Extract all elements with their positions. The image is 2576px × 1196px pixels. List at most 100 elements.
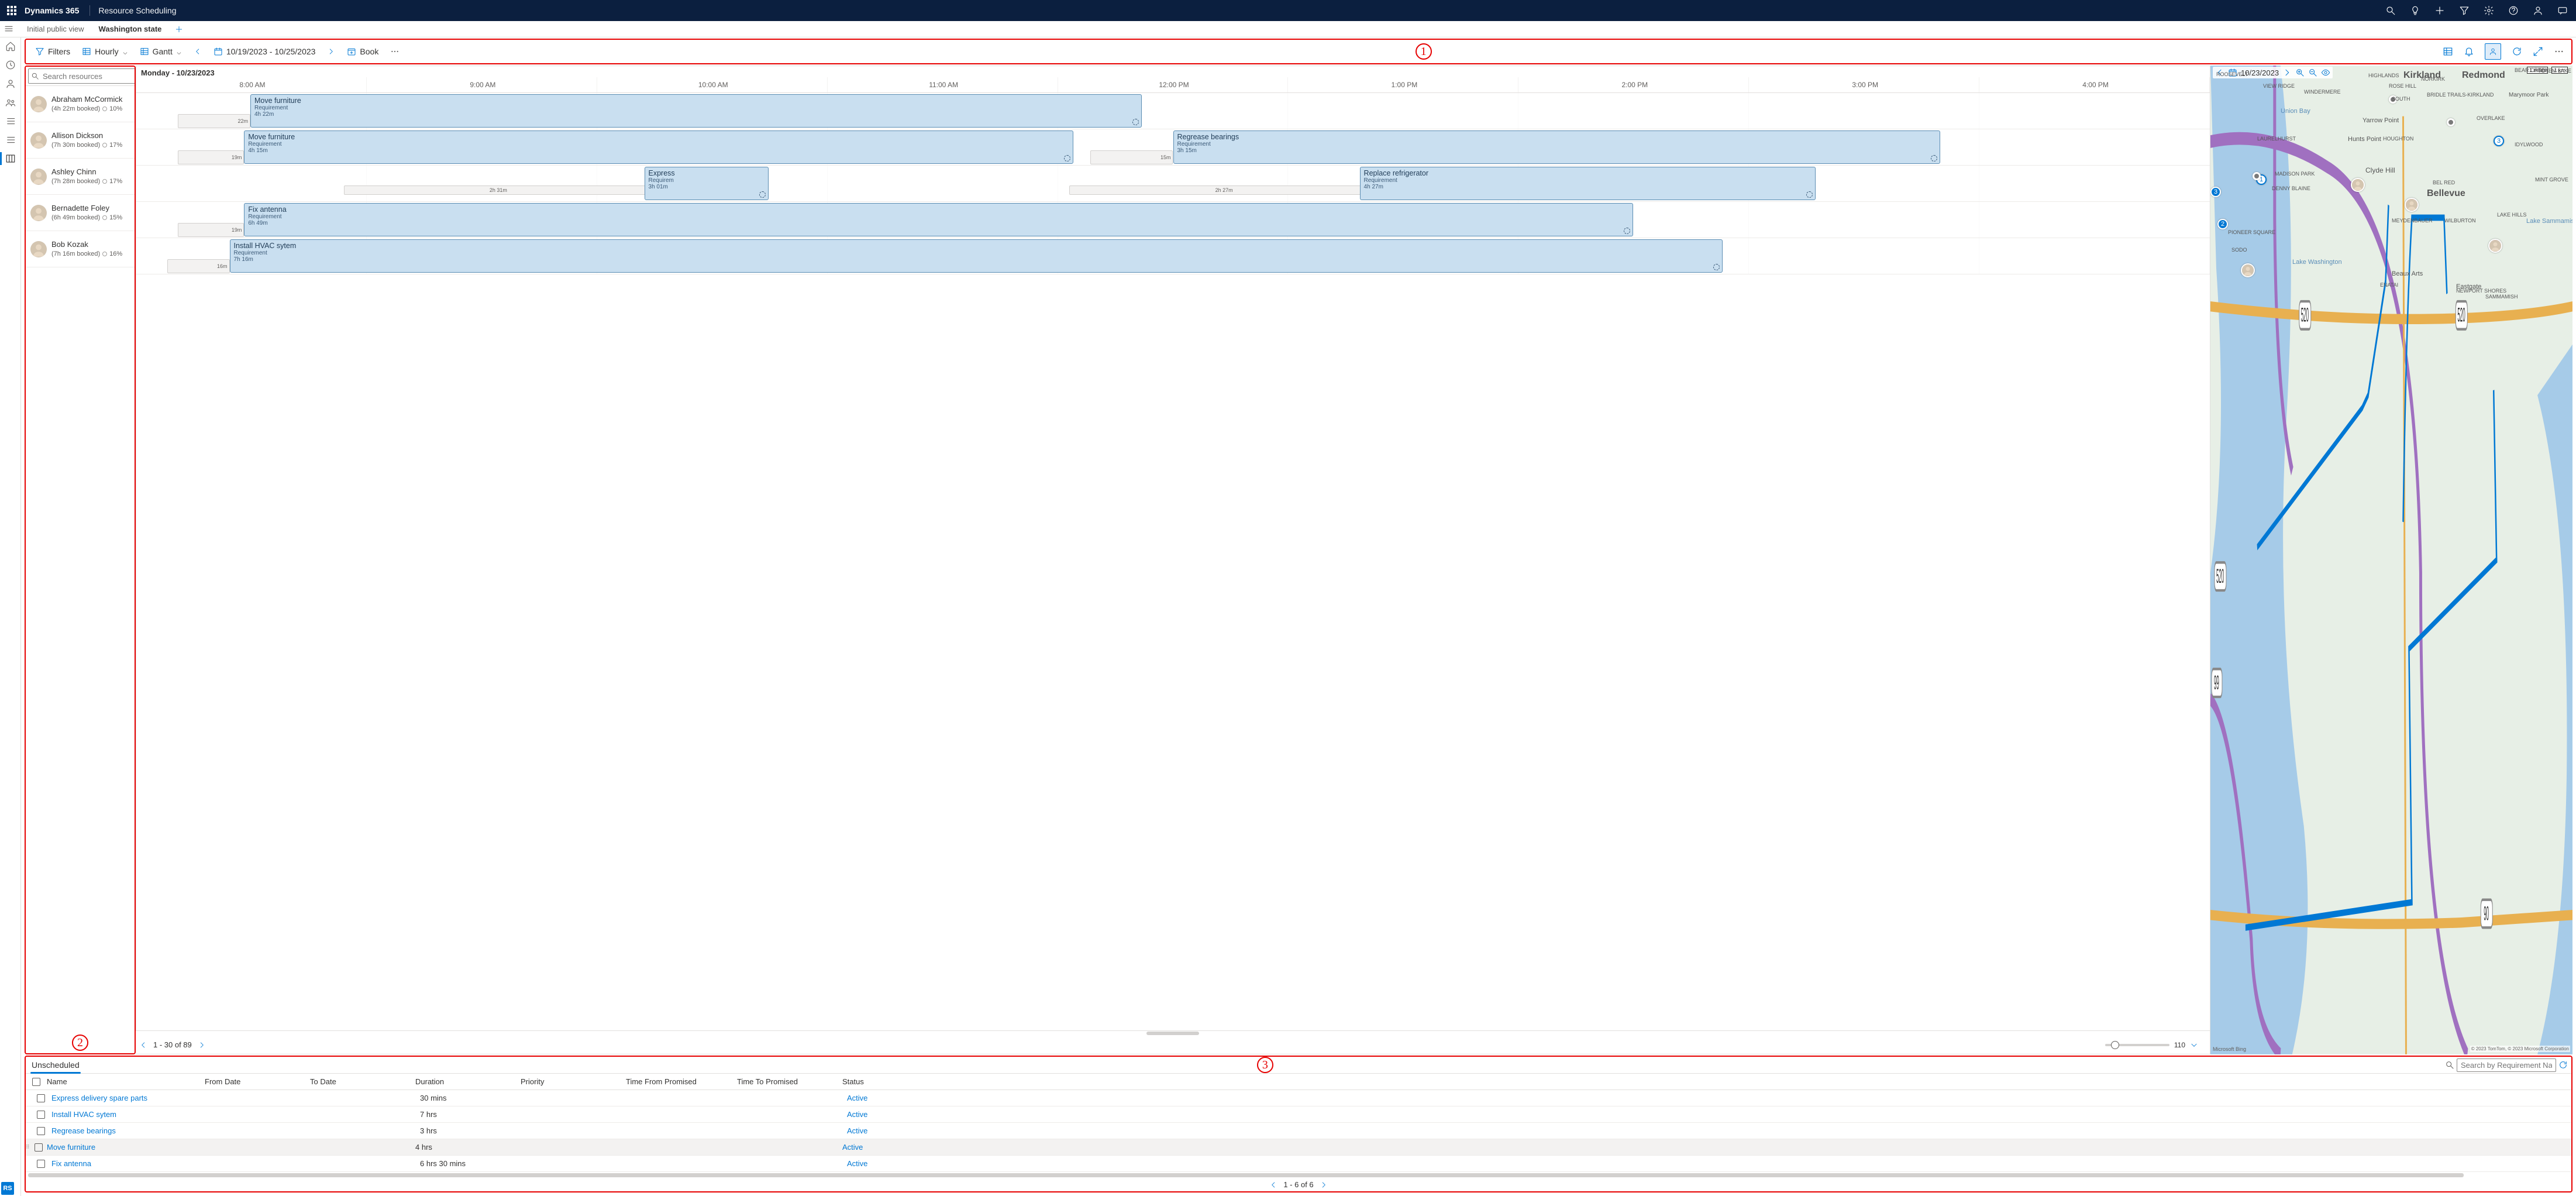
gantt-row[interactable]: 19mFix antennaRequirement6h 49m [136,202,2210,238]
cell-status[interactable]: Active [847,1126,929,1135]
map-region[interactable]: 520 520 90 520 99 1 2 3 3 [2210,66,2572,1054]
zoom-slider[interactable] [2105,1044,2169,1046]
map-waypoint[interactable] [2253,172,2261,180]
filters-button[interactable]: Filters [30,44,75,59]
grid-page-prev[interactable] [1269,1181,1277,1189]
plus-icon[interactable] [2434,5,2445,16]
col-tfp[interactable]: Time From Promised [626,1077,737,1086]
grid-row[interactable]: Regrease bearings3 hrsActive [26,1123,2571,1139]
gantt-row[interactable]: 2h 31m2h 27mExpressRequirem3h 01mReplace… [136,166,2210,202]
hourly-dropdown[interactable]: Hourly [77,44,132,59]
help-icon[interactable] [2508,5,2519,16]
map-route-stop[interactable]: 2 [2217,219,2228,229]
col-pri[interactable]: Priority [521,1077,626,1086]
toolbar-overflow-icon[interactable] [2554,46,2564,57]
toolbar-more-button[interactable] [385,44,404,59]
date-next-button[interactable] [322,45,340,58]
messages-icon[interactable] [2557,5,2568,16]
gantt-body[interactable]: 22mMove furnitureRequirement4h 22m19mMov… [136,93,2210,1031]
map-waypoint[interactable] [2447,118,2455,126]
zoom-dropdown-icon[interactable] [2190,1041,2198,1049]
notifications-icon[interactable] [2464,46,2474,57]
expand-icon[interactable] [2533,46,2543,57]
rail-scheduleboard-icon[interactable] [5,153,16,164]
cell-name[interactable]: Regrease bearings [51,1126,209,1135]
rail-people-icon[interactable] [5,97,16,108]
map-date-next[interactable] [2282,68,2292,77]
date-range-picker[interactable]: 10/19/2023 - 10/25/2023 [209,47,321,56]
add-tab-button[interactable] [173,23,185,36]
col-from[interactable]: From Date [205,1077,310,1086]
map-resource-avatar[interactable] [2405,198,2419,212]
map-date-prev[interactable] [2215,68,2224,77]
grid-row[interactable]: Install HVAC sytem7 hrsActive [26,1106,2571,1123]
rail-person-icon[interactable] [5,78,16,89]
gantt-horizontal-scrollbar[interactable] [136,1031,2210,1036]
col-to[interactable]: To Date [310,1077,415,1086]
initials-badge[interactable]: RS [1,1182,14,1195]
col-ttp[interactable]: Time To Promised [737,1077,842,1086]
row-checkbox[interactable] [37,1111,45,1119]
unscheduled-tab[interactable]: Unscheduled [26,1057,85,1073]
resource-page-prev[interactable] [139,1041,147,1049]
assistant-icon[interactable] [2485,43,2501,60]
cell-name[interactable]: Express delivery spare parts [51,1094,209,1102]
cell-status[interactable]: Active [842,1143,924,1152]
col-stat[interactable]: Status [842,1077,924,1086]
booking-block[interactable]: ExpressRequirem3h 01m [645,167,769,200]
resource-row[interactable]: Bob Kozak(7h 16m booked)16% [26,231,135,267]
row-checkbox[interactable] [35,1143,43,1152]
gantt-row[interactable]: 16mInstall HVAC sytemRequirement7h 16m [136,238,2210,274]
gear-icon[interactable] [2484,5,2494,16]
grid-row[interactable]: Fix antenna6 hrs 30 minsActive [26,1156,2571,1172]
booking-block[interactable]: Regrease bearingsRequirement3h 15m [1173,130,1941,164]
map-zoom-in-icon[interactable] [2295,68,2305,77]
resource-row[interactable]: Ashley Chinn(7h 28m booked)17% [26,159,135,195]
legend-icon[interactable] [2443,46,2453,57]
row-checkbox[interactable] [37,1127,45,1135]
booking-block[interactable]: Move furnitureRequirement4h 22m [250,94,1142,128]
col-dur[interactable]: Duration [415,1077,521,1086]
hamburger-icon[interactable] [4,23,14,34]
cell-status[interactable]: Active [847,1159,929,1168]
select-all-checkbox[interactable] [32,1078,40,1086]
resource-row[interactable]: Allison Dickson(7h 30m booked)17% [26,122,135,159]
grid-row[interactable]: Express delivery spare parts30 minsActiv… [26,1090,2571,1106]
book-button[interactable]: Book [342,44,383,59]
gantt-row[interactable]: 19mMove furnitureRequirement4h 15m15mReg… [136,129,2210,166]
rail-list2-icon[interactable] [5,135,16,145]
map-zoom-out-icon[interactable] [2308,68,2317,77]
app-launcher-icon[interactable] [5,4,19,18]
resource-page-next[interactable] [198,1041,206,1049]
booking-block[interactable]: Move furnitureRequirement4h 15m [244,130,1073,164]
requirement-search-input[interactable] [2457,1058,2556,1072]
date-prev-button[interactable] [189,45,206,58]
requirement-refresh-icon[interactable] [2558,1060,2568,1070]
rail-home-icon[interactable] [5,41,16,51]
resource-row[interactable]: Bernadette Foley(6h 49m booked)15% [26,195,135,231]
person-icon[interactable] [2533,5,2543,16]
refresh-icon[interactable] [2512,46,2522,57]
grid-page-next[interactable] [1320,1181,1328,1189]
booking-block[interactable]: Install HVAC sytemRequirement7h 16m [230,239,1723,273]
tab-current-view[interactable]: Washington state [93,21,168,37]
map-view-icon[interactable] [2321,68,2330,77]
rail-recent-icon[interactable] [5,60,16,70]
map-route-stop[interactable]: 3 [2494,136,2504,146]
cell-name[interactable]: Move furniture [47,1143,205,1152]
row-checkbox[interactable] [37,1094,45,1102]
resource-search-input[interactable] [28,68,136,84]
map-route-stop[interactable]: 3 [2210,187,2221,197]
grid-horizontal-scrollbar[interactable] [26,1172,2571,1178]
cell-name[interactable]: Install HVAC sytem [51,1110,209,1119]
col-name[interactable]: Name [47,1077,205,1086]
map-date-picker-icon[interactable] [2228,68,2237,77]
tab-initial-view[interactable]: Initial public view [21,21,90,37]
cell-status[interactable]: Active [847,1110,929,1119]
bulb-icon[interactable] [2410,5,2420,16]
cell-name[interactable]: Fix antenna [51,1159,209,1168]
booking-block[interactable]: Replace refrigeratorRequirement4h 27m [1360,167,1816,200]
map-resource-avatar[interactable] [2351,178,2365,192]
funnel-icon[interactable] [2459,5,2470,16]
search-icon[interactable] [2385,5,2396,16]
